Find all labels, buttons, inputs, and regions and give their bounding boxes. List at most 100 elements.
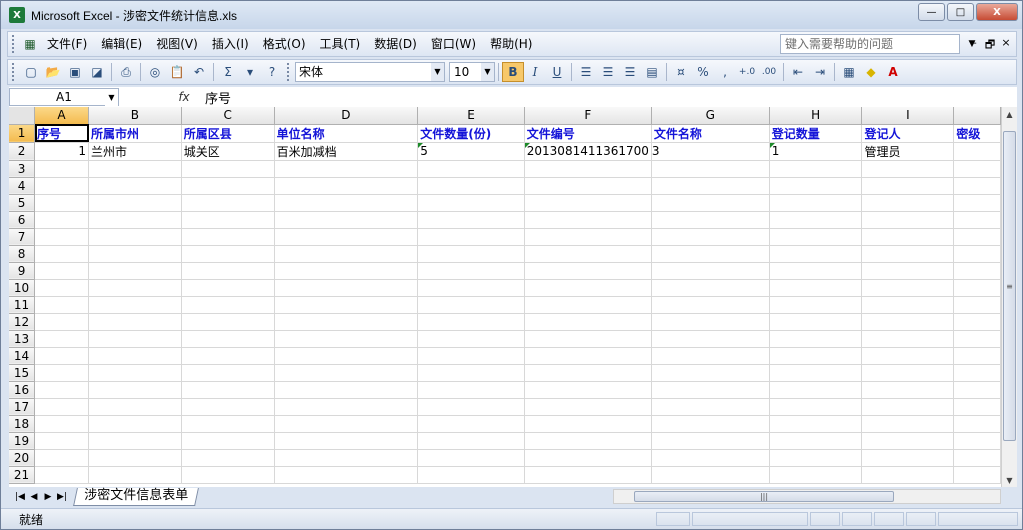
empty-cell[interactable] bbox=[651, 279, 770, 297]
empty-cell[interactable] bbox=[861, 381, 955, 399]
empty-cell[interactable] bbox=[88, 177, 182, 195]
insert-function-icon[interactable]: fx bbox=[169, 90, 199, 104]
empty-cell[interactable] bbox=[861, 160, 955, 178]
empty-cell[interactable] bbox=[88, 279, 182, 297]
empty-cell[interactable] bbox=[34, 313, 90, 331]
cell-g2[interactable]: 3 bbox=[651, 142, 770, 161]
empty-cell[interactable] bbox=[274, 347, 419, 365]
empty-cell[interactable] bbox=[274, 313, 419, 331]
font-color-icon[interactable]: A bbox=[882, 62, 904, 82]
empty-cell[interactable] bbox=[651, 381, 770, 399]
scroll-up-icon[interactable]: ▲ bbox=[1002, 107, 1017, 121]
empty-cell[interactable] bbox=[417, 177, 525, 195]
empty-cell[interactable] bbox=[524, 415, 652, 433]
empty-cell[interactable] bbox=[861, 228, 955, 246]
empty-cell[interactable] bbox=[88, 228, 182, 246]
empty-cell[interactable] bbox=[34, 415, 90, 433]
empty-cell[interactable] bbox=[181, 262, 275, 280]
empty-cell[interactable] bbox=[34, 466, 90, 484]
empty-cell[interactable] bbox=[181, 245, 275, 263]
empty-cell[interactable] bbox=[34, 245, 90, 263]
column-header-a[interactable]: A bbox=[34, 107, 90, 125]
row-header[interactable]: 19 bbox=[9, 432, 36, 450]
empty-cell[interactable] bbox=[524, 432, 652, 450]
empty-cell[interactable] bbox=[181, 313, 275, 331]
empty-cell[interactable] bbox=[861, 313, 955, 331]
empty-cell[interactable] bbox=[417, 398, 525, 416]
empty-cell[interactable] bbox=[88, 245, 182, 263]
empty-cell[interactable] bbox=[88, 398, 182, 416]
minimize-button[interactable]: — bbox=[918, 3, 945, 21]
empty-cell[interactable] bbox=[769, 160, 863, 178]
row-header[interactable]: 8 bbox=[9, 245, 36, 263]
empty-cell[interactable] bbox=[34, 160, 90, 178]
empty-cell[interactable] bbox=[651, 262, 770, 280]
help-search-input[interactable]: 键入需要帮助的问题 bbox=[780, 34, 960, 54]
cell-b1[interactable]: 所属市州 bbox=[88, 124, 182, 143]
formula-input[interactable]: 序号 bbox=[199, 88, 231, 107]
empty-cell[interactable] bbox=[34, 262, 90, 280]
cell-d1[interactable]: 单位名称 bbox=[274, 124, 419, 143]
bold-button[interactable]: B bbox=[502, 62, 524, 82]
empty-cell[interactable] bbox=[417, 432, 525, 450]
empty-cell[interactable] bbox=[769, 228, 863, 246]
empty-cell[interactable] bbox=[861, 449, 955, 467]
menu-view[interactable]: 视图(V) bbox=[149, 33, 205, 55]
empty-cell[interactable] bbox=[274, 330, 419, 348]
empty-cell[interactable] bbox=[953, 228, 1001, 246]
excel-app-icon[interactable]: X bbox=[9, 7, 25, 23]
empty-cell[interactable] bbox=[953, 245, 1001, 263]
empty-cell[interactable] bbox=[953, 347, 1001, 365]
empty-cell[interactable] bbox=[274, 160, 419, 178]
empty-cell[interactable] bbox=[524, 211, 652, 229]
empty-cell[interactable] bbox=[274, 432, 419, 450]
empty-cell[interactable] bbox=[953, 279, 1001, 297]
empty-cell[interactable] bbox=[861, 330, 955, 348]
toolbar-grip-icon[interactable] bbox=[12, 63, 16, 81]
horizontal-scroll-thumb[interactable]: ||| bbox=[634, 491, 894, 502]
empty-cell[interactable] bbox=[651, 177, 770, 195]
empty-cell[interactable] bbox=[861, 245, 955, 263]
empty-cell[interactable] bbox=[88, 313, 182, 331]
name-box-dropdown-icon[interactable]: ▼ bbox=[105, 89, 118, 107]
empty-cell[interactable] bbox=[274, 279, 419, 297]
empty-cell[interactable] bbox=[274, 296, 419, 314]
empty-cell[interactable] bbox=[181, 296, 275, 314]
empty-cell[interactable] bbox=[34, 381, 90, 399]
currency-icon[interactable]: ¤ bbox=[670, 62, 692, 82]
row-header[interactable]: 1 bbox=[9, 124, 36, 143]
undo-icon[interactable]: ↶ bbox=[188, 62, 210, 82]
empty-cell[interactable] bbox=[88, 262, 182, 280]
empty-cell[interactable] bbox=[953, 313, 1001, 331]
empty-cell[interactable] bbox=[769, 381, 863, 399]
italic-button[interactable]: I bbox=[524, 62, 546, 82]
select-all-corner[interactable] bbox=[9, 107, 36, 125]
empty-cell[interactable] bbox=[651, 245, 770, 263]
empty-cell[interactable] bbox=[953, 415, 1001, 433]
name-box[interactable]: A1 ▼ bbox=[9, 88, 119, 107]
empty-cell[interactable] bbox=[88, 296, 182, 314]
workbook-minimize-button[interactable]: – bbox=[966, 36, 982, 55]
column-header-i[interactable]: I bbox=[861, 107, 955, 125]
row-header[interactable]: 4 bbox=[9, 177, 36, 195]
empty-cell[interactable] bbox=[953, 160, 1001, 178]
empty-cell[interactable] bbox=[524, 347, 652, 365]
empty-cell[interactable] bbox=[88, 330, 182, 348]
restore-button[interactable]: □ bbox=[947, 3, 974, 21]
font-size-dropdown-icon[interactable]: ▼ bbox=[481, 63, 494, 81]
menu-edit[interactable]: 编辑(E) bbox=[94, 33, 149, 55]
row-header[interactable]: 9 bbox=[9, 262, 36, 280]
empty-cell[interactable] bbox=[34, 279, 90, 297]
column-header-d[interactable]: D bbox=[274, 107, 419, 125]
empty-cell[interactable] bbox=[34, 347, 90, 365]
row-header[interactable]: 15 bbox=[9, 364, 36, 382]
empty-cell[interactable] bbox=[861, 466, 955, 484]
cell-j2[interactable] bbox=[953, 142, 1001, 161]
empty-cell[interactable] bbox=[953, 177, 1001, 195]
menu-data[interactable]: 数据(D) bbox=[367, 33, 424, 55]
empty-cell[interactable] bbox=[861, 177, 955, 195]
empty-cell[interactable] bbox=[524, 466, 652, 484]
prev-sheet-icon[interactable]: ◀ bbox=[27, 492, 41, 502]
underline-button[interactable]: U bbox=[546, 62, 568, 82]
autosum-button[interactable]: Σ bbox=[217, 62, 239, 82]
